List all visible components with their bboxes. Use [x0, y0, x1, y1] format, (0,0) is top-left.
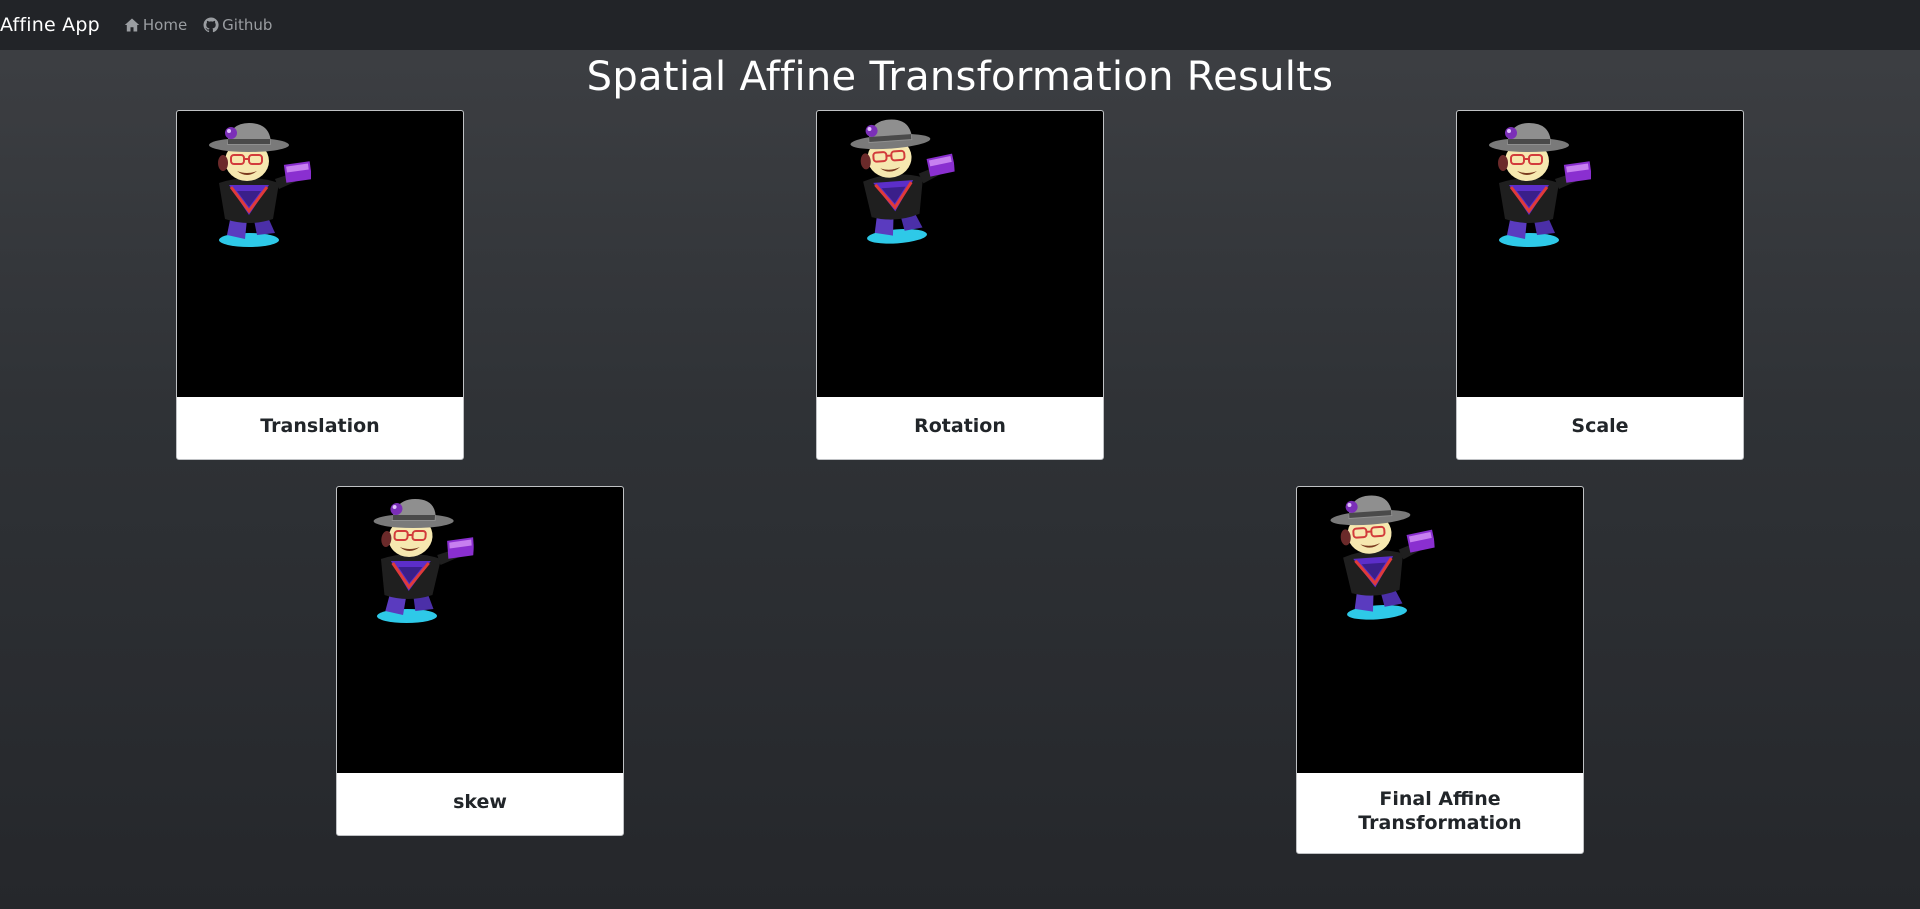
octocat-image — [847, 113, 960, 248]
nav-link-home[interactable]: Home — [124, 16, 187, 34]
card-title: Final Affine Transformation — [1358, 788, 1522, 834]
card-title: skew — [453, 791, 507, 813]
navbar-brand[interactable]: Affine App — [0, 14, 100, 36]
card-title: Translation — [260, 415, 380, 437]
result-image — [1457, 111, 1743, 397]
home-icon — [124, 18, 140, 32]
result-card-translation: Translation — [176, 110, 464, 460]
result-image — [1297, 487, 1583, 773]
result-image — [337, 487, 623, 773]
card-title: Rotation — [914, 415, 1006, 437]
card-title: Scale — [1571, 415, 1629, 437]
github-icon — [203, 17, 219, 33]
result-card-skew: skew — [336, 486, 624, 836]
page-title: Spatial Affine Transformation Results — [586, 54, 1334, 100]
result-card-scale: Scale — [1456, 110, 1744, 460]
octocat-image — [1487, 121, 1591, 249]
octocat-image — [1327, 489, 1440, 624]
result-card-final-affine: Final Affine Transformation — [1296, 486, 1584, 854]
nav-link-label: Github — [222, 16, 273, 34]
result-image — [177, 111, 463, 397]
octocat-image — [364, 497, 478, 625]
nav-link-label: Home — [142, 16, 188, 34]
result-image — [817, 111, 1103, 397]
octocat-image — [207, 121, 311, 249]
nav-link-github[interactable]: Github — [203, 16, 272, 34]
result-card-rotation: Rotation — [816, 110, 1104, 460]
navbar: Affine App Home Github — [0, 0, 1920, 50]
